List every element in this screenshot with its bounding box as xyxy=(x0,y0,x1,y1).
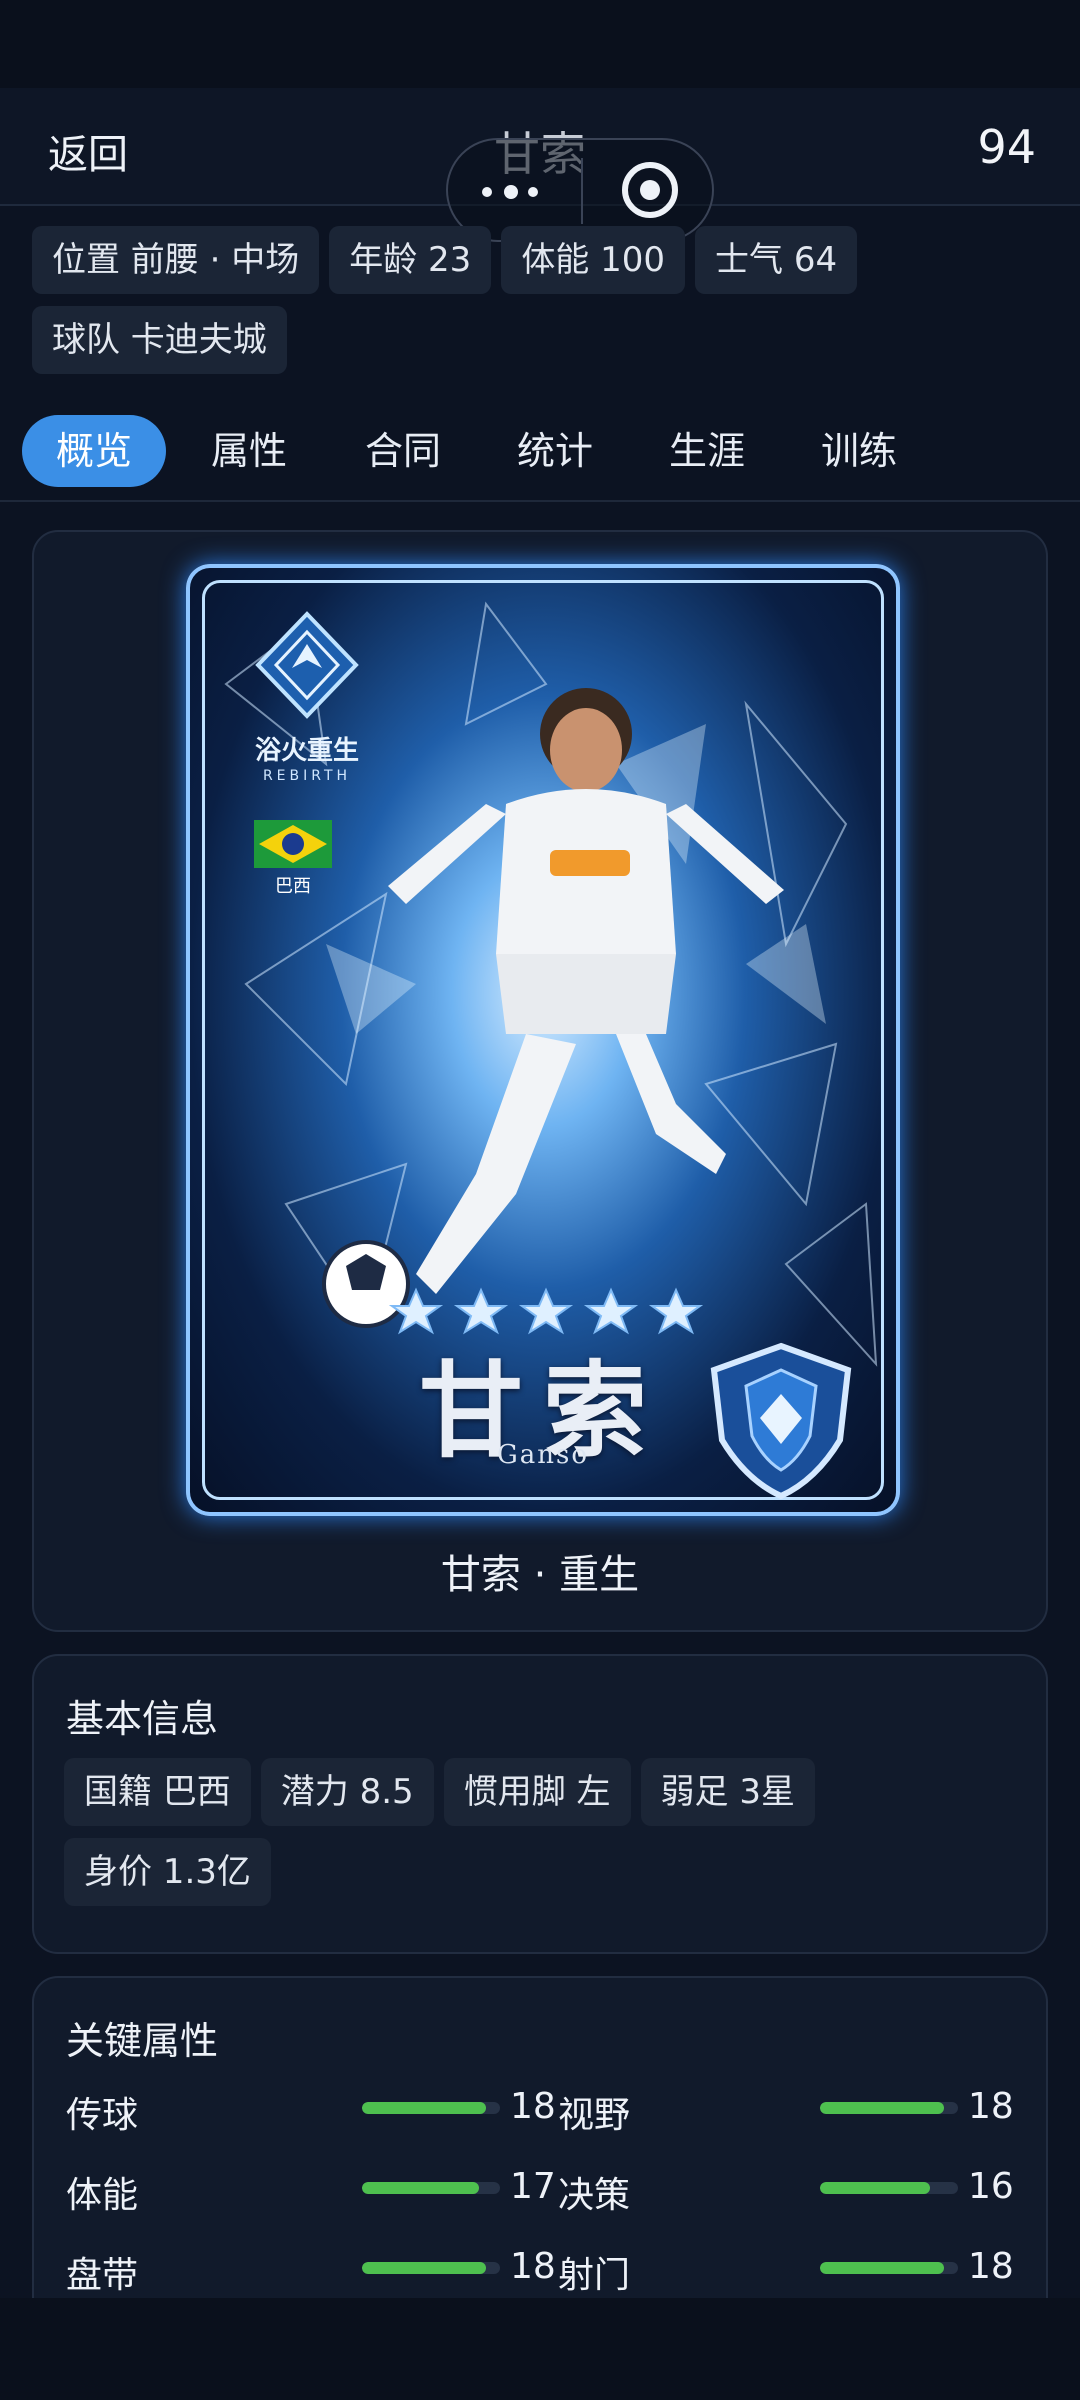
attribute-left-bar-fill xyxy=(362,2262,486,2274)
attribute-row: 体能 17 决策 16 xyxy=(66,2160,1026,2220)
tab-career[interactable]: 生涯 xyxy=(644,415,770,487)
attribute-row: 传球 18 视野 18 xyxy=(66,2080,1026,2140)
bottom-safe-area xyxy=(0,2298,1080,2400)
chip-weak-foot: 弱足 3星 xyxy=(640,1758,815,1826)
tab-training[interactable]: 训练 xyxy=(796,415,922,487)
attribute-right-bar-fill xyxy=(820,2262,944,2274)
basic-info-title: 基本信息 xyxy=(66,1697,219,1741)
attribute-left-value: 18 xyxy=(510,2086,556,2127)
tab-attributes[interactable]: 属性 xyxy=(186,415,312,487)
attribute-left-label: 传球 xyxy=(66,2095,139,2136)
attribute-left-bar-fill xyxy=(362,2182,479,2194)
tab-overview[interactable]: 概览 xyxy=(22,415,166,487)
attribute-left-bar-fill xyxy=(362,2102,486,2114)
card-caption: 甘索 · 重生 xyxy=(440,1552,640,1598)
more-dots-icon[interactable] xyxy=(482,185,542,200)
player-chips: 位置 前腰 · 中场 年龄 23 体能 100 士气 64 球队 卡迪夫城 xyxy=(32,226,1052,386)
tab-bar: 概览 属性 合同 统计 生涯 训练 xyxy=(0,410,1080,502)
attribute-right-label: 视野 xyxy=(558,2095,631,2136)
attribute-right-bar xyxy=(820,2182,958,2194)
basic-info-panel: 基本信息 国籍 巴西 潜力 8.5 惯用脚 左弱足 3星身价 1.3亿 xyxy=(32,1654,1048,1954)
player-illustration xyxy=(322,688,784,1328)
key-attributes-title: 关键属性 xyxy=(66,2019,219,2063)
chip-team: 球队 卡迪夫城 xyxy=(32,306,287,374)
tab-contract[interactable]: 合同 xyxy=(340,415,466,487)
attribute-right-label: 射门 xyxy=(558,2255,631,2296)
attribute-row: 盘带 18 射门 18 xyxy=(66,2240,1026,2300)
attribute-left-value: 17 xyxy=(510,2166,556,2207)
attribute-right-label: 决策 xyxy=(558,2175,631,2216)
attribute-right-bar-fill xyxy=(820,2102,944,2114)
chip-morale: 士气 64 xyxy=(695,226,858,294)
attribute-left-value: 18 xyxy=(510,2246,556,2287)
status-bar xyxy=(0,0,1080,88)
chip-nationality: 国籍 巴西 xyxy=(64,1758,251,1826)
overall-rating: 94 xyxy=(977,120,1036,174)
attribute-left-label: 盘带 xyxy=(66,2255,139,2296)
attribute-right-value: 18 xyxy=(968,2086,1014,2127)
player-card-panel: 浴火重生 REBIRTH 巴西 甘索 Ganso 甘索 · 重生 xyxy=(32,530,1048,1632)
attribute-right-bar xyxy=(820,2262,958,2274)
attribute-left-bar xyxy=(362,2262,500,2274)
chip-potential: 潜力 8.5 xyxy=(260,1758,434,1826)
chip-preferred-foot: 惯用脚 左 xyxy=(443,1758,631,1826)
attribute-left-bar xyxy=(362,2182,500,2194)
tab-stats[interactable]: 统计 xyxy=(492,415,618,487)
chip-age: 年龄 23 xyxy=(329,226,492,294)
attribute-right-value: 16 xyxy=(968,2166,1014,2207)
chip-position: 位置 前腰 · 中场 xyxy=(32,226,320,294)
attribute-right-value: 18 xyxy=(968,2246,1014,2287)
target-close-icon[interactable] xyxy=(622,162,678,218)
player-card-image[interactable]: 浴火重生 REBIRTH 巴西 甘索 Ganso xyxy=(186,564,900,1516)
attribute-left-label: 体能 xyxy=(66,2175,139,2216)
attribute-right-bar xyxy=(820,2102,958,2114)
basic-info-chips: 国籍 巴西 潜力 8.5 惯用脚 左弱足 3星身价 1.3亿 xyxy=(64,1758,1004,1918)
chip-stamina: 体能 100 xyxy=(501,226,686,294)
capsule-divider xyxy=(581,158,583,224)
chip-market-value: 身价 1.3亿 xyxy=(64,1838,271,1906)
shield-badge-icon xyxy=(710,1342,852,1500)
attribute-left-bar xyxy=(362,2102,500,2114)
attribute-right-bar-fill xyxy=(820,2182,930,2194)
